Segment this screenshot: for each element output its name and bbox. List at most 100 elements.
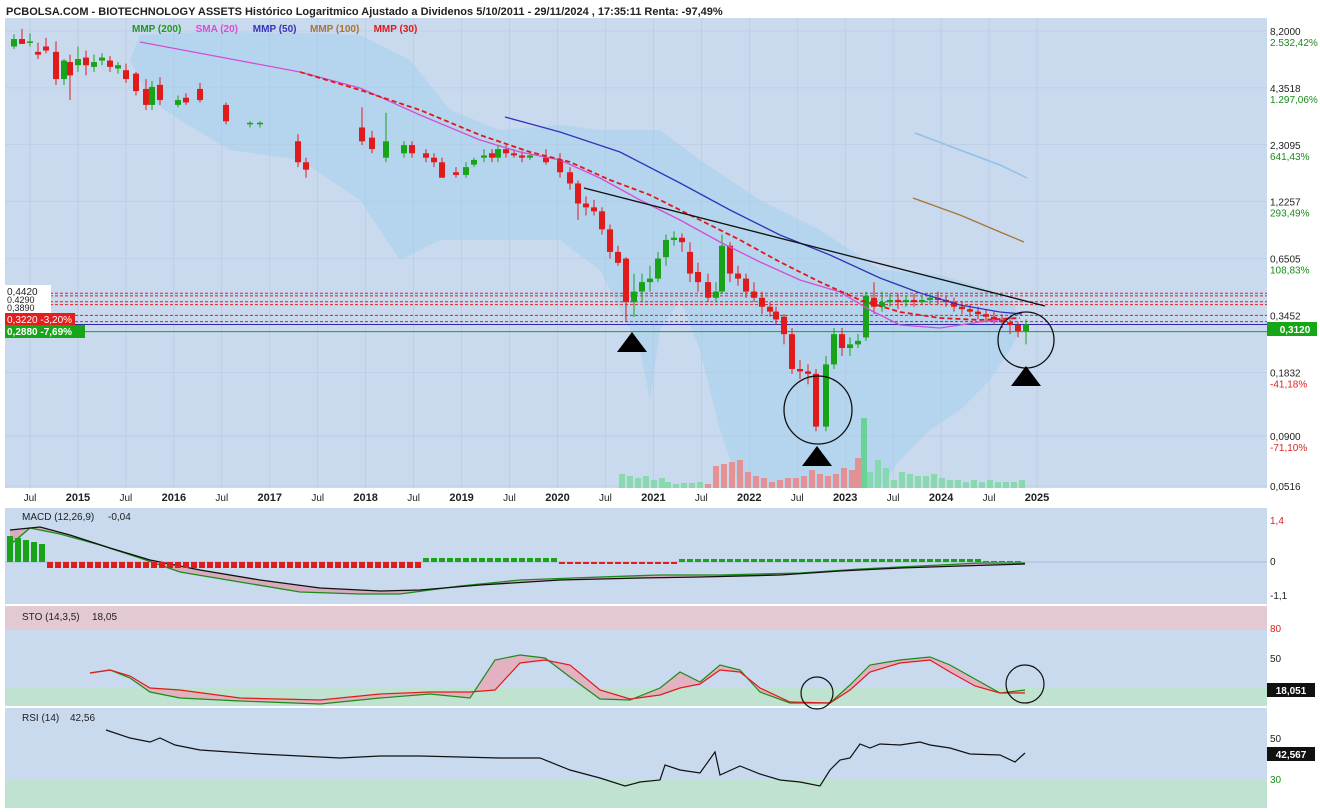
macd-histogram-bar	[575, 562, 581, 564]
candle-body	[423, 153, 429, 158]
candle-body	[383, 141, 389, 158]
macd-histogram-bar	[263, 562, 269, 568]
time-tick-label: Jul	[599, 493, 612, 504]
volume-bar	[923, 476, 929, 488]
candle-body	[149, 86, 155, 105]
price-tick-label: 0,0516	[1270, 482, 1301, 493]
pct-tick-label: -41,18%	[1270, 379, 1307, 390]
candle-body	[975, 311, 981, 315]
volume-bar	[939, 478, 945, 488]
candle-body	[927, 297, 933, 300]
candle-body	[257, 122, 263, 125]
candle-body	[107, 60, 113, 67]
rsi-value: 42,56	[70, 713, 95, 724]
candle-body	[1015, 325, 1021, 332]
macd-histogram-bar	[151, 562, 157, 568]
macd-label: MACD (12,26,9)	[22, 512, 94, 523]
macd-histogram-bar	[583, 562, 589, 564]
price-tick-label: 1,2257	[1270, 198, 1301, 209]
macd-histogram-bar	[199, 562, 205, 568]
candle-body	[359, 127, 365, 142]
candle-body	[705, 282, 711, 298]
volume-bar	[833, 474, 839, 488]
candle-body	[713, 291, 719, 298]
price-tick-label: 0,0900	[1270, 432, 1301, 443]
candle-body	[401, 145, 407, 154]
macd-histogram-bar	[503, 558, 509, 562]
time-tick-label: 2017	[258, 492, 282, 504]
macd-histogram-bar	[815, 559, 821, 562]
candle-body	[663, 239, 669, 258]
pct-tick-label: 293,49%	[1270, 209, 1310, 220]
macd-histogram-bar	[23, 540, 29, 562]
time-tick-label: Jul	[311, 493, 324, 504]
candle-body	[519, 155, 525, 158]
rsi-label: RSI (14)	[22, 713, 59, 724]
volume-bar	[713, 466, 719, 488]
macd-histogram-bar	[367, 562, 373, 568]
volume-bar	[689, 483, 695, 488]
time-tick-label: 2015	[66, 492, 90, 504]
candle-body	[727, 245, 733, 274]
candle-body	[439, 162, 445, 178]
macd-histogram-bar	[719, 559, 725, 562]
macd-histogram-bar	[799, 559, 805, 562]
pct-tick-label: 1.297,06%	[1270, 95, 1318, 106]
macd-histogram-bar	[71, 562, 77, 568]
macd-histogram-bar	[831, 559, 837, 562]
volume-bar	[651, 480, 657, 488]
macd-histogram-bar	[1015, 561, 1021, 562]
volume-bar	[753, 476, 759, 488]
candle-body	[591, 207, 597, 212]
candle-body	[583, 203, 589, 208]
macd-histogram-bar	[295, 562, 301, 568]
legend-item: SMA (20)	[196, 24, 238, 35]
macd-histogram-bar	[15, 538, 21, 562]
macd-histogram-bar	[375, 562, 381, 568]
rsi-tick-50: 50	[1270, 734, 1282, 745]
macd-histogram-bar	[63, 562, 69, 568]
pct-tick-label: 641,43%	[1270, 152, 1310, 163]
macd-histogram-bar	[495, 558, 501, 562]
macd-histogram-bar	[807, 559, 813, 562]
volume-bar	[891, 480, 897, 488]
macd-histogram-bar	[455, 558, 461, 562]
macd-histogram-bar	[359, 562, 365, 568]
candle-body	[823, 364, 829, 427]
price-tick-label: 0,1832	[1270, 368, 1301, 379]
macd-histogram-bar	[327, 562, 333, 568]
volume-bar	[809, 470, 815, 488]
macd-histogram-bar	[935, 559, 941, 562]
legend-item: MMP (50)	[253, 24, 297, 35]
volume-bar	[915, 476, 921, 488]
candle-body	[527, 155, 533, 158]
candle-body	[369, 137, 375, 150]
time-tick-label: Jul	[983, 493, 996, 504]
macd-histogram-bar	[471, 558, 477, 562]
macd-histogram-bar	[527, 558, 533, 562]
candle-body	[471, 159, 477, 165]
macd-histogram-bar	[303, 562, 309, 568]
macd-histogram-bar	[751, 559, 757, 562]
time-tick-label: Jul	[407, 493, 420, 504]
candle-body	[495, 149, 501, 158]
current-price-badge: 0,3120	[1267, 322, 1317, 336]
macd-histogram-bar	[631, 562, 637, 564]
candle-body	[557, 159, 563, 173]
volume-bar	[947, 480, 953, 488]
macd-histogram-bar	[543, 558, 549, 562]
macd-histogram-bar	[383, 562, 389, 568]
macd-histogram-bar	[279, 562, 285, 568]
sto-tick-80: 80	[1270, 624, 1282, 635]
macd-histogram-bar	[895, 559, 901, 562]
macd-histogram-bar	[335, 562, 341, 568]
sto-value-badge: 18,051	[1267, 683, 1315, 697]
macd-histogram-bar	[343, 562, 349, 568]
price-tick-label: 0,3452	[1270, 311, 1301, 322]
macd-histogram-bar	[943, 559, 949, 562]
candle-body	[911, 299, 917, 303]
candle-body	[847, 344, 853, 349]
candle-body	[409, 145, 415, 154]
volume-bar	[793, 478, 799, 488]
time-tick-label: Jul	[24, 493, 37, 504]
